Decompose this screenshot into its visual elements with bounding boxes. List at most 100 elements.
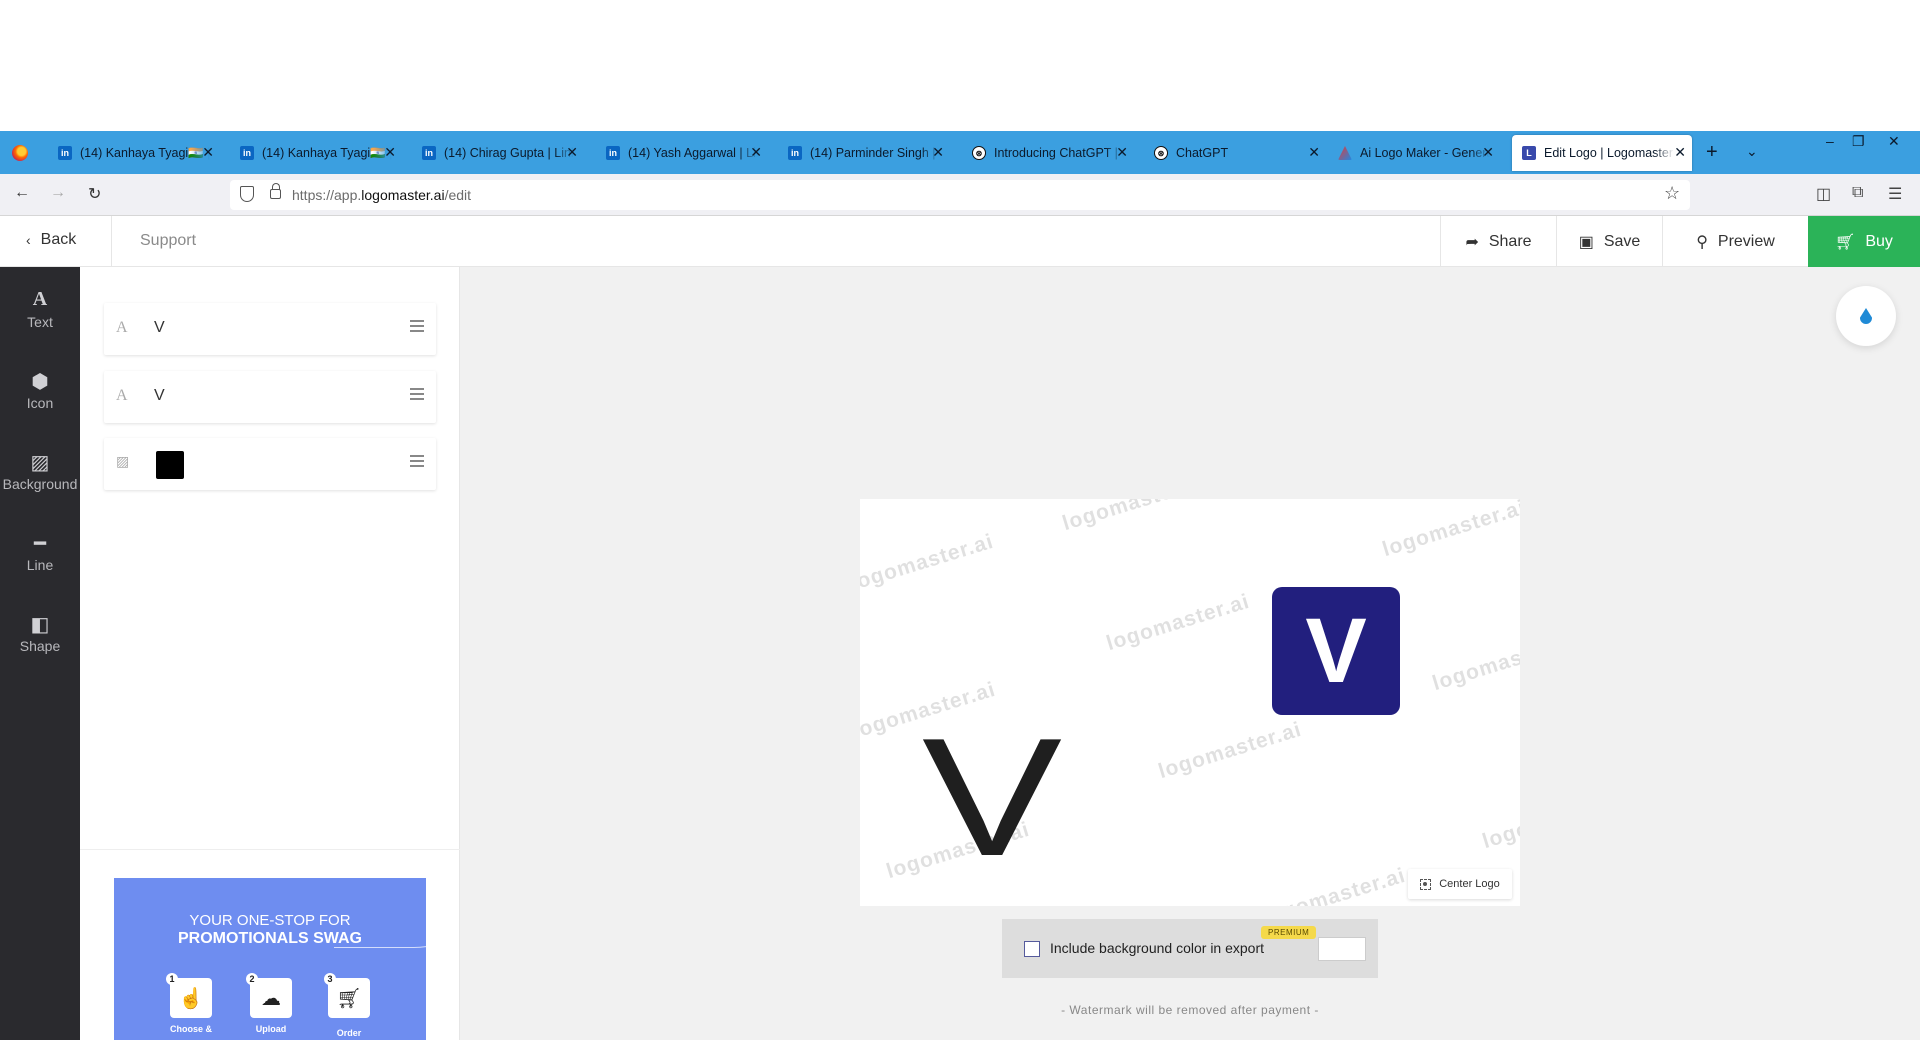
close-icon[interactable]: ✕: [1482, 145, 1494, 159]
restore-icon[interactable]: ❐: [1852, 133, 1865, 150]
include-bg-label[interactable]: Include background color in export: [1050, 940, 1264, 956]
preview-label: Preview: [1717, 232, 1775, 250]
browser-tab-active[interactable]: L Edit Logo | Logomaster ✕: [1512, 135, 1692, 171]
openai-icon: ⊛: [1154, 146, 1168, 160]
save-button[interactable]: ▣ Save: [1556, 216, 1662, 267]
back-arrow-icon[interactable]: ←: [14, 184, 30, 202]
browser-tab[interactable]: Ai Logo Maker - Genera ✕: [1328, 135, 1500, 171]
layer-item-background[interactable]: ▨: [104, 438, 436, 490]
logo-canvas[interactable]: logomaster.ai logomaster.ai logomaster.a…: [860, 499, 1520, 906]
cart-icon: 🛒︎: [328, 978, 370, 1018]
color-swatch[interactable]: [156, 451, 184, 479]
line-icon: ━: [33, 533, 47, 555]
close-icon[interactable]: ✕: [932, 145, 944, 159]
reload-icon[interactable]: ↻: [88, 184, 101, 204]
cube-icon: ⬢: [31, 371, 49, 393]
lock-icon[interactable]: [270, 183, 281, 199]
firefox-icon[interactable]: [12, 145, 28, 161]
minimize-icon[interactable]: –: [1826, 133, 1834, 149]
rail-item-shape[interactable]: ◧ Shape: [0, 612, 80, 654]
bg-color-swatch[interactable]: [1318, 937, 1366, 961]
rail-item-background[interactable]: ▨ Background: [0, 450, 80, 492]
premium-badge: PREMIUM: [1261, 926, 1317, 939]
close-icon[interactable]: ✕: [1674, 145, 1686, 159]
drag-handle-icon[interactable]: [410, 388, 424, 400]
image-icon: ▨: [116, 455, 130, 470]
ad-step-caption: Order: [336, 1028, 362, 1038]
drag-handle-icon[interactable]: [410, 320, 424, 332]
browser-tab[interactable]: ⊛ ChatGPT ✕: [1144, 135, 1326, 171]
center-logo-button[interactable]: Center Logo: [1408, 869, 1512, 899]
include-bg-checkbox[interactable]: [1024, 941, 1040, 957]
forward-arrow-icon[interactable]: →: [50, 184, 66, 202]
bookmark-star-icon[interactable]: ☆: [1664, 183, 1680, 204]
chevron-down-icon[interactable]: ⌄: [1746, 143, 1758, 160]
new-tab-plus-icon[interactable]: +: [1706, 141, 1718, 164]
linkedin-icon: in: [788, 146, 802, 160]
cloud-upload-icon: ☁: [250, 978, 292, 1018]
close-icon[interactable]: ✕: [202, 145, 214, 159]
drag-handle-icon[interactable]: [410, 455, 424, 467]
ad-subheadline: PROMOTIONALS SWAG: [178, 930, 362, 947]
menu-icon[interactable]: ☰: [1888, 184, 1902, 204]
linkedin-icon: in: [58, 146, 72, 160]
watermark: logomaster.ai: [1479, 787, 1520, 854]
pocket-icon[interactable]: ◫: [1816, 184, 1831, 204]
text-icon: A: [116, 387, 128, 404]
search-icon: ⚲: [1696, 233, 1708, 251]
back-button[interactable]: ‹ Back: [26, 231, 76, 249]
text-icon: A: [32, 288, 48, 310]
close-icon[interactable]: ✕: [1116, 145, 1128, 159]
rail-item-text[interactable]: A Text: [0, 288, 80, 330]
watermark: logomaster.ai: [1059, 499, 1209, 536]
ad-step-caption: Choose &: [169, 1024, 212, 1034]
url-prefix: https://app.: [292, 187, 362, 203]
share-button[interactable]: ➦ Share: [1440, 216, 1556, 267]
ad-step-caption: Upload: [255, 1024, 287, 1034]
panel-divider: [80, 849, 460, 850]
rail-item-icon[interactable]: ⬢ Icon: [0, 369, 80, 411]
hand-pointer-icon: ☝: [170, 978, 212, 1018]
tab-title: (14) Parminder Singh | L: [810, 146, 940, 160]
browser-tab[interactable]: in (14) Kanhaya Tyagi🇮🇳 | L ✕: [230, 135, 402, 171]
close-icon[interactable]: ✕: [750, 145, 762, 159]
watermark: logomaster.ai: [860, 529, 997, 596]
text-icon: A: [116, 319, 128, 336]
logo-icon-letter: V: [1305, 600, 1367, 702]
browser-tab[interactable]: in (14) Kanhaya Tyagi🇮🇳 | L ✕: [48, 135, 220, 171]
close-icon[interactable]: ✕: [1308, 145, 1320, 159]
layer-item[interactable]: A V: [104, 371, 436, 423]
watermark: logomaster.ai: [1103, 589, 1253, 656]
promo-ad[interactable]: YOUR ONE-STOP FOR PROMOTIONALS SWAG ☝ 1 …: [114, 878, 426, 1040]
logo-icon-element[interactable]: V: [1272, 587, 1400, 715]
logo-text-element[interactable]: V: [922, 713, 1062, 881]
preview-button[interactable]: ⚲ Preview: [1662, 216, 1808, 267]
watermark-note: - Watermark will be removed after paymen…: [1061, 1003, 1319, 1017]
browser-tab[interactable]: in (14) Yash Aggarwal | Lin ✕: [596, 135, 768, 171]
buy-button[interactable]: 🛒︎ Buy: [1808, 216, 1920, 267]
extensions-icon[interactable]: ⧉: [1852, 184, 1863, 202]
linkedin-icon: in: [606, 146, 620, 160]
rail-item-line[interactable]: ━ Line: [0, 531, 80, 573]
center-logo-label: Center Logo: [1439, 878, 1500, 890]
browser-tab[interactable]: in (14) Parminder Singh | L ✕: [778, 135, 950, 171]
rail-item-label: Shape: [19, 638, 61, 654]
water-drop-icon: [1860, 308, 1872, 324]
support-link[interactable]: Support: [140, 232, 196, 250]
url-text[interactable]: https://app.logomaster.ai/edit: [292, 187, 471, 203]
layer-item[interactable]: A V: [104, 303, 436, 355]
buy-label: Buy: [1865, 232, 1893, 250]
header-divider: [111, 216, 112, 267]
browser-tab[interactable]: in (14) Chirag Gupta | Link ✕: [412, 135, 584, 171]
shield-icon[interactable]: [240, 186, 254, 202]
chevron-left-icon: ‹: [26, 232, 31, 248]
window-close-icon[interactable]: ✕: [1888, 133, 1900, 150]
watermark: logomaster.ai: [1379, 499, 1520, 562]
floppy-icon: ▣: [1578, 233, 1594, 251]
close-icon[interactable]: ✕: [384, 145, 396, 159]
watermark: logomaster.ai: [1259, 863, 1409, 906]
browser-tab[interactable]: ⊛ Introducing ChatGPT | ( ✕: [962, 135, 1134, 171]
ad-step-number: 1: [166, 973, 178, 985]
color-theme-button[interactable]: [1836, 286, 1896, 346]
close-icon[interactable]: ✕: [566, 145, 578, 159]
